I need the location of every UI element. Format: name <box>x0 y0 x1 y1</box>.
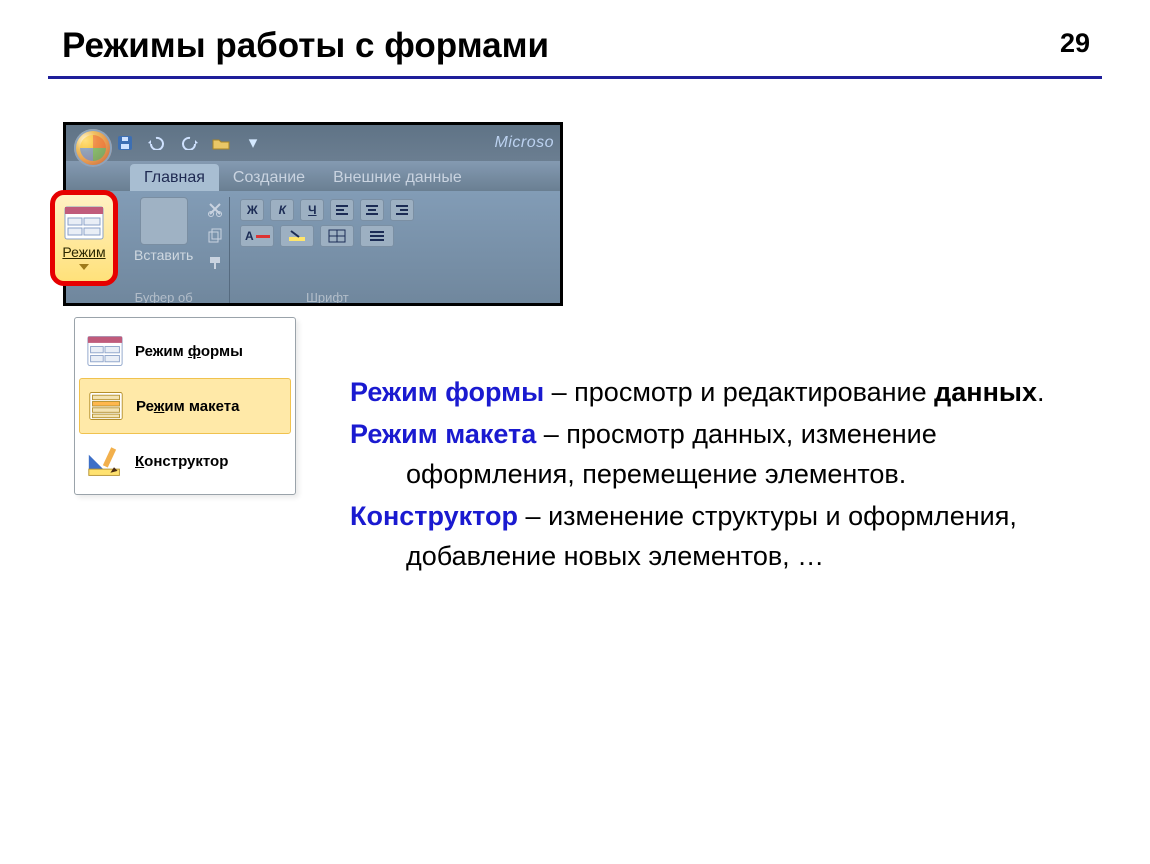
ribbon-screenshot: ▾ Microso Главная Создание Внешние данны… <box>63 122 563 306</box>
align-left-icon[interactable] <box>330 199 354 221</box>
clipboard-group-label: Буфер об <box>135 288 193 305</box>
menu-item-layout-view[interactable]: Режим макета <box>79 378 291 434</box>
menu-item-label: Режим формы <box>135 343 243 360</box>
align-right-icon[interactable] <box>390 199 414 221</box>
paste-button-icon[interactable] <box>140 197 188 245</box>
redo-icon[interactable] <box>180 134 198 152</box>
borders-button[interactable] <box>320 225 354 247</box>
undo-icon[interactable] <box>148 134 166 152</box>
app-title-fragment: Microso <box>494 134 554 152</box>
italic-button[interactable]: К <box>270 199 294 221</box>
quick-access-toolbar: ▾ Microso <box>66 125 560 161</box>
font-color-button[interactable]: А <box>240 225 274 247</box>
layout-view-icon <box>88 389 124 423</box>
format-painter-icon[interactable] <box>207 255 223 276</box>
underline-button[interactable]: Ч <box>300 199 324 221</box>
desc-design-view: Конструктор – изменение структуры и офор… <box>350 496 1070 576</box>
menu-item-form-view[interactable]: Режим формы <box>79 324 291 378</box>
office-orb-icon[interactable] <box>74 129 112 167</box>
desc-form-view: Режим формы – просмотр и редактирование … <box>350 372 1070 412</box>
paste-button-label: Вставить <box>134 247 193 263</box>
desc-layout-view: Режим макета – просмотр данных, изменени… <box>350 414 1070 494</box>
menu-item-label: Режим макета <box>136 398 240 415</box>
tab-home[interactable]: Главная <box>130 164 219 191</box>
align-center-icon[interactable] <box>360 199 384 221</box>
font-group-label: Шрифт <box>240 288 414 305</box>
menu-item-design-view[interactable]: Конструктор <box>79 434 291 488</box>
font-group: Ж К Ч А Шрифт <box>230 191 424 306</box>
ribbon-body: Вставить Буфер об Ж К Ч А Шр <box>66 191 560 306</box>
form-view-icon <box>87 334 123 368</box>
open-folder-icon[interactable] <box>212 134 230 152</box>
view-mode-label: Режим <box>62 244 105 260</box>
ribbon-tabs: Главная Создание Внешние данные <box>66 161 560 191</box>
save-icon[interactable] <box>116 134 134 152</box>
cut-icon[interactable] <box>207 201 223 222</box>
view-mode-menu: Режим формы Режим макета Конструктор <box>74 317 296 495</box>
tab-external-data[interactable]: Внешние данные <box>319 164 476 191</box>
highlight-button[interactable] <box>280 225 314 247</box>
paste-group: Вставить Буфер об <box>126 191 201 306</box>
qat-more-icon[interactable]: ▾ <box>244 134 262 152</box>
view-mode-button[interactable]: Режим <box>50 190 118 286</box>
mode-descriptions: Режим формы – просмотр и редактирование … <box>350 372 1070 578</box>
page-number: 29 <box>1060 28 1090 59</box>
bold-button[interactable]: Ж <box>240 199 264 221</box>
slide-title: Режимы работы с формами <box>62 26 549 66</box>
copy-icon[interactable] <box>207 228 223 249</box>
tab-create[interactable]: Создание <box>219 164 319 191</box>
title-underline <box>48 76 1102 79</box>
form-view-icon <box>64 206 104 240</box>
dropdown-arrow-icon <box>79 264 89 270</box>
slide-header: Режимы работы с формами 29 <box>0 0 1150 66</box>
menu-item-label: Конструктор <box>135 453 228 470</box>
design-view-icon <box>87 444 123 478</box>
para-options-button[interactable] <box>360 225 394 247</box>
